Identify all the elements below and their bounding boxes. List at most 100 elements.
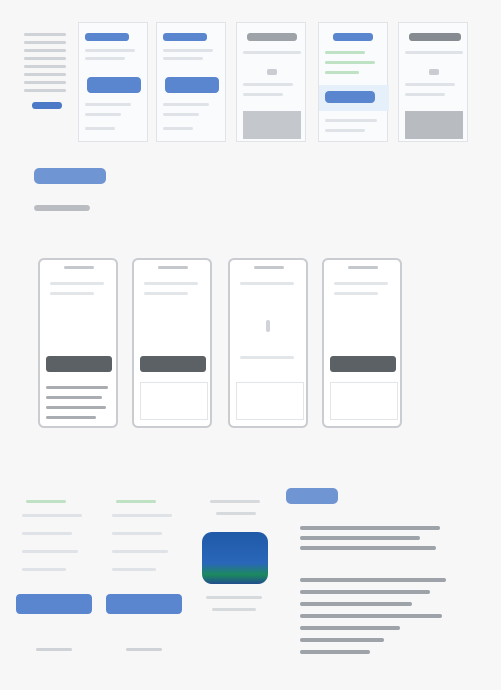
phone-line (334, 292, 378, 295)
thumbnail-line (405, 51, 463, 54)
thumbnail-line (325, 51, 365, 54)
thumbnail-line (325, 129, 365, 132)
text-line (300, 626, 400, 630)
sidebar-line (24, 73, 66, 76)
thumbnail-line (85, 127, 115, 130)
phone-line (334, 282, 388, 285)
thumbnail-button[interactable] (165, 77, 219, 93)
sidebar-line (24, 57, 66, 60)
screen-thumbnail-5[interactable] (398, 22, 468, 142)
text-line (300, 526, 440, 530)
thumbnail-line (163, 49, 213, 52)
thumbnail-line (325, 119, 377, 122)
screen-thumbnail-4[interactable] (318, 22, 389, 142)
phone-primary-button[interactable] (140, 356, 206, 372)
preview-line (206, 596, 262, 599)
phone-status-bar (158, 266, 188, 269)
phone-line (46, 396, 102, 399)
phone-status-bar (64, 266, 94, 269)
phone-line (50, 282, 104, 285)
thumbnail-line (163, 127, 193, 130)
thumbnail-line (85, 57, 125, 60)
text-line (300, 602, 412, 606)
form-screen-1[interactable] (16, 480, 104, 670)
thumbnail-line (243, 83, 293, 86)
form-line (22, 514, 82, 517)
thumbnail-header (409, 33, 461, 41)
phone-primary-button[interactable] (46, 356, 112, 372)
form-line (112, 568, 156, 571)
sidebar-line (24, 81, 66, 84)
sidebar-line (24, 41, 66, 44)
thumbnail-header (163, 33, 207, 41)
thumbnail-line (163, 57, 203, 60)
phone-line (46, 416, 96, 419)
sidebar-line (24, 89, 66, 92)
thumbnail-sidebar (22, 28, 68, 140)
sidebar-selected-item[interactable] (32, 102, 62, 109)
form-line (22, 568, 66, 571)
preview-line (210, 500, 260, 503)
thumbnail-line (85, 103, 131, 106)
app-icon-preview (196, 490, 276, 630)
thumbnail-line (85, 113, 121, 116)
phone-primary-button[interactable] (330, 356, 396, 372)
thumbnail-image-block (405, 111, 463, 139)
screen-thumbnail-3[interactable] (236, 22, 306, 142)
form-line (116, 500, 156, 503)
form-submit-button[interactable] (106, 594, 182, 614)
thumbnail-button[interactable] (325, 91, 375, 103)
phone-card (330, 382, 398, 420)
phone-line (46, 386, 108, 389)
form-screen-2[interactable] (106, 480, 194, 670)
text-line (300, 590, 430, 594)
phone-line (240, 356, 294, 359)
thumbnail-icon (267, 69, 277, 75)
phone-divider (266, 320, 270, 332)
thumbnail-image-block (243, 111, 301, 139)
phone-status-bar (348, 266, 378, 269)
thumbnail-icon (429, 69, 439, 75)
section-title (34, 168, 106, 184)
screen-thumbnail-1[interactable] (78, 22, 148, 142)
thumbnail-line (163, 103, 209, 106)
form-line (112, 514, 172, 517)
form-footer-link[interactable] (126, 648, 162, 651)
phone-screen-4[interactable] (322, 258, 402, 428)
sidebar-line (24, 49, 66, 52)
thumbnail-header (333, 33, 373, 41)
text-line (300, 650, 370, 654)
section-title-2 (286, 488, 338, 504)
phone-line (144, 282, 198, 285)
thumbnail-line (325, 61, 375, 64)
thumbnail-line (243, 51, 301, 54)
screen-thumbnail-2[interactable] (156, 22, 226, 142)
phone-card (236, 382, 304, 420)
thumbnail-button[interactable] (87, 77, 141, 93)
form-line (112, 550, 168, 553)
sidebar-line (24, 33, 66, 36)
thumbnail-header (85, 33, 129, 41)
text-line (300, 614, 442, 618)
form-line (22, 532, 72, 535)
phone-line (144, 292, 188, 295)
phone-screen-2[interactable] (132, 258, 212, 428)
text-line (300, 578, 446, 582)
thumbnail-line (405, 93, 445, 96)
phone-screen-3[interactable] (228, 258, 308, 428)
form-line (26, 500, 66, 503)
form-line (22, 550, 78, 553)
preview-line (216, 512, 256, 515)
app-icon (202, 532, 268, 584)
text-line (300, 536, 420, 540)
thumbnail-line (243, 93, 283, 96)
form-footer-link[interactable] (36, 648, 72, 651)
phone-screen-1[interactable] (38, 258, 118, 428)
text-line (300, 638, 384, 642)
thumbnail-line (85, 49, 135, 52)
phone-card (140, 382, 208, 420)
thumbnail-line (405, 83, 455, 86)
form-submit-button[interactable] (16, 594, 92, 614)
description-text (300, 520, 460, 670)
phone-line (240, 282, 294, 285)
